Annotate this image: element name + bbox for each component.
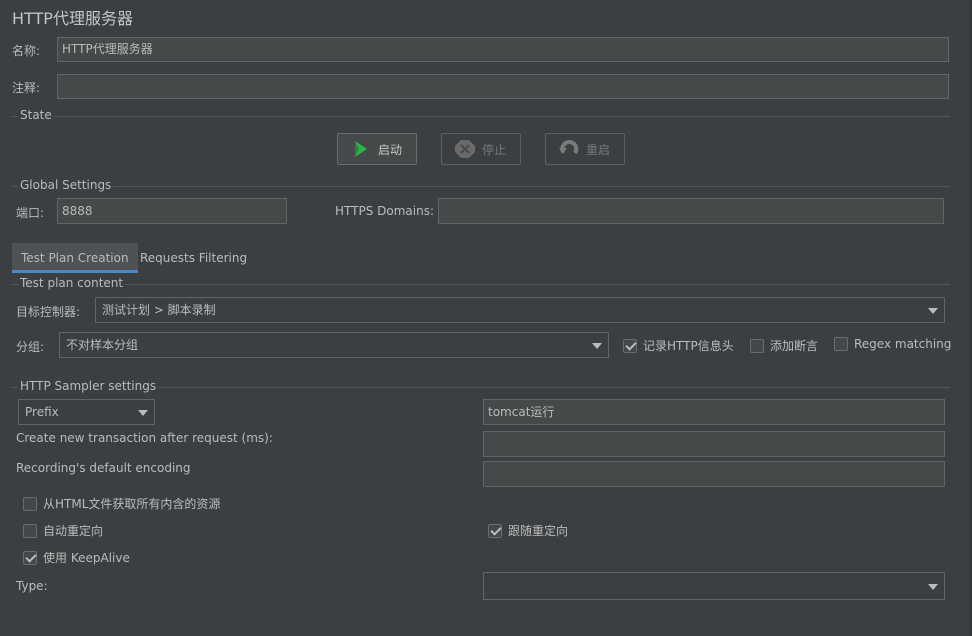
comment-input[interactable] bbox=[57, 74, 949, 99]
chevron-down-icon bbox=[928, 584, 938, 590]
state-section: State bbox=[12, 108, 950, 122]
encoding-input[interactable] bbox=[483, 461, 945, 487]
encoding-label: Recording's default encoding bbox=[16, 461, 191, 475]
http-sampler-settings-section: HTTP Sampler settings bbox=[12, 379, 950, 393]
name-input[interactable]: HTTP代理服务器 bbox=[57, 37, 949, 62]
test-plan-content-section: Test plan content bbox=[12, 276, 950, 290]
naming-scheme-select[interactable]: Prefix bbox=[18, 399, 155, 425]
global-settings-section: Global Settings bbox=[12, 178, 950, 192]
follow-redirect-label: 跟随重定向 bbox=[508, 524, 569, 538]
stop-button[interactable]: 停止 bbox=[441, 133, 521, 165]
page-title: HTTP代理服务器 bbox=[12, 9, 133, 28]
port-label: 端口: bbox=[16, 206, 45, 220]
chevron-down-icon bbox=[928, 308, 938, 314]
checkbox-checked-icon bbox=[23, 550, 37, 565]
tab-test-plan-creation[interactable]: Test Plan Creation bbox=[12, 243, 138, 273]
keepalive-label: 使用 KeepAlive bbox=[43, 551, 130, 565]
tab-bar: Test Plan Creation Requests Filtering bbox=[12, 243, 950, 273]
stop-icon bbox=[454, 139, 476, 159]
target-controller-label: 目标控制器: bbox=[16, 305, 81, 319]
tab-requests-filtering[interactable]: Requests Filtering bbox=[131, 243, 256, 273]
restart-icon bbox=[558, 139, 580, 159]
checkbox-checked-icon bbox=[623, 338, 637, 353]
prefix-input[interactable]: tomcat运行 bbox=[483, 399, 945, 425]
https-domains-input[interactable] bbox=[438, 198, 944, 224]
global-settings-title: Global Settings bbox=[18, 178, 114, 192]
restart-label: 重启 bbox=[586, 142, 611, 157]
comment-label: 注释: bbox=[12, 81, 41, 95]
chevron-down-icon bbox=[592, 343, 602, 349]
type-label: Type: bbox=[16, 579, 48, 593]
target-controller-value: 测试计划 > 脚本录制 bbox=[102, 303, 216, 317]
add-assertions-label: 添加断言 bbox=[770, 339, 819, 353]
chevron-down-icon bbox=[138, 410, 148, 416]
naming-scheme-value: Prefix bbox=[25, 405, 59, 419]
test-plan-content-title: Test plan content bbox=[18, 276, 126, 290]
restart-button[interactable]: 重启 bbox=[545, 133, 625, 165]
http-sampler-settings-title: HTTP Sampler settings bbox=[18, 379, 159, 393]
retrieve-resources-label: 从HTML文件获取所有内含的资源 bbox=[43, 497, 221, 511]
port-input[interactable]: 8888 bbox=[57, 198, 287, 224]
state-section-title: State bbox=[18, 108, 54, 122]
grouping-select[interactable]: 不对样本分组 bbox=[59, 332, 609, 358]
play-icon bbox=[350, 139, 372, 159]
checkbox-checked-icon bbox=[488, 523, 502, 538]
type-select[interactable] bbox=[483, 572, 945, 600]
checkbox-unchecked-icon bbox=[834, 337, 848, 351]
start-button[interactable]: 启动 bbox=[337, 133, 417, 165]
auto-redirect-checkbox[interactable]: 自动重定向 bbox=[23, 522, 103, 539]
checkbox-unchecked-icon bbox=[23, 496, 37, 511]
target-controller-select[interactable]: 测试计划 > 脚本录制 bbox=[95, 297, 945, 323]
auto-redirect-label: 自动重定向 bbox=[43, 524, 104, 538]
checkbox-unchecked-icon bbox=[750, 338, 764, 353]
start-label: 启动 bbox=[378, 142, 403, 157]
transaction-input[interactable] bbox=[483, 431, 945, 457]
regex-matching-label: Regex matching bbox=[854, 337, 952, 351]
add-assertions-checkbox[interactable]: 添加断言 bbox=[750, 337, 818, 354]
record-headers-label: 记录HTTP信息头 bbox=[643, 339, 734, 353]
transaction-label: Create new transaction after request (ms… bbox=[16, 431, 273, 445]
grouping-value: 不对样本分组 bbox=[66, 338, 139, 352]
keepalive-checkbox[interactable]: 使用 KeepAlive bbox=[23, 549, 130, 566]
https-domains-label: HTTPS Domains: bbox=[335, 204, 434, 218]
checkbox-unchecked-icon bbox=[23, 523, 37, 538]
record-headers-checkbox[interactable]: 记录HTTP信息头 bbox=[623, 337, 734, 354]
name-label: 名称: bbox=[12, 44, 41, 58]
retrieve-resources-checkbox[interactable]: 从HTML文件获取所有内含的资源 bbox=[23, 495, 220, 512]
grouping-label: 分组: bbox=[16, 340, 45, 354]
stop-label: 停止 bbox=[482, 142, 507, 157]
follow-redirect-checkbox[interactable]: 跟随重定向 bbox=[488, 522, 568, 539]
regex-matching-checkbox[interactable]: Regex matching bbox=[834, 337, 951, 351]
